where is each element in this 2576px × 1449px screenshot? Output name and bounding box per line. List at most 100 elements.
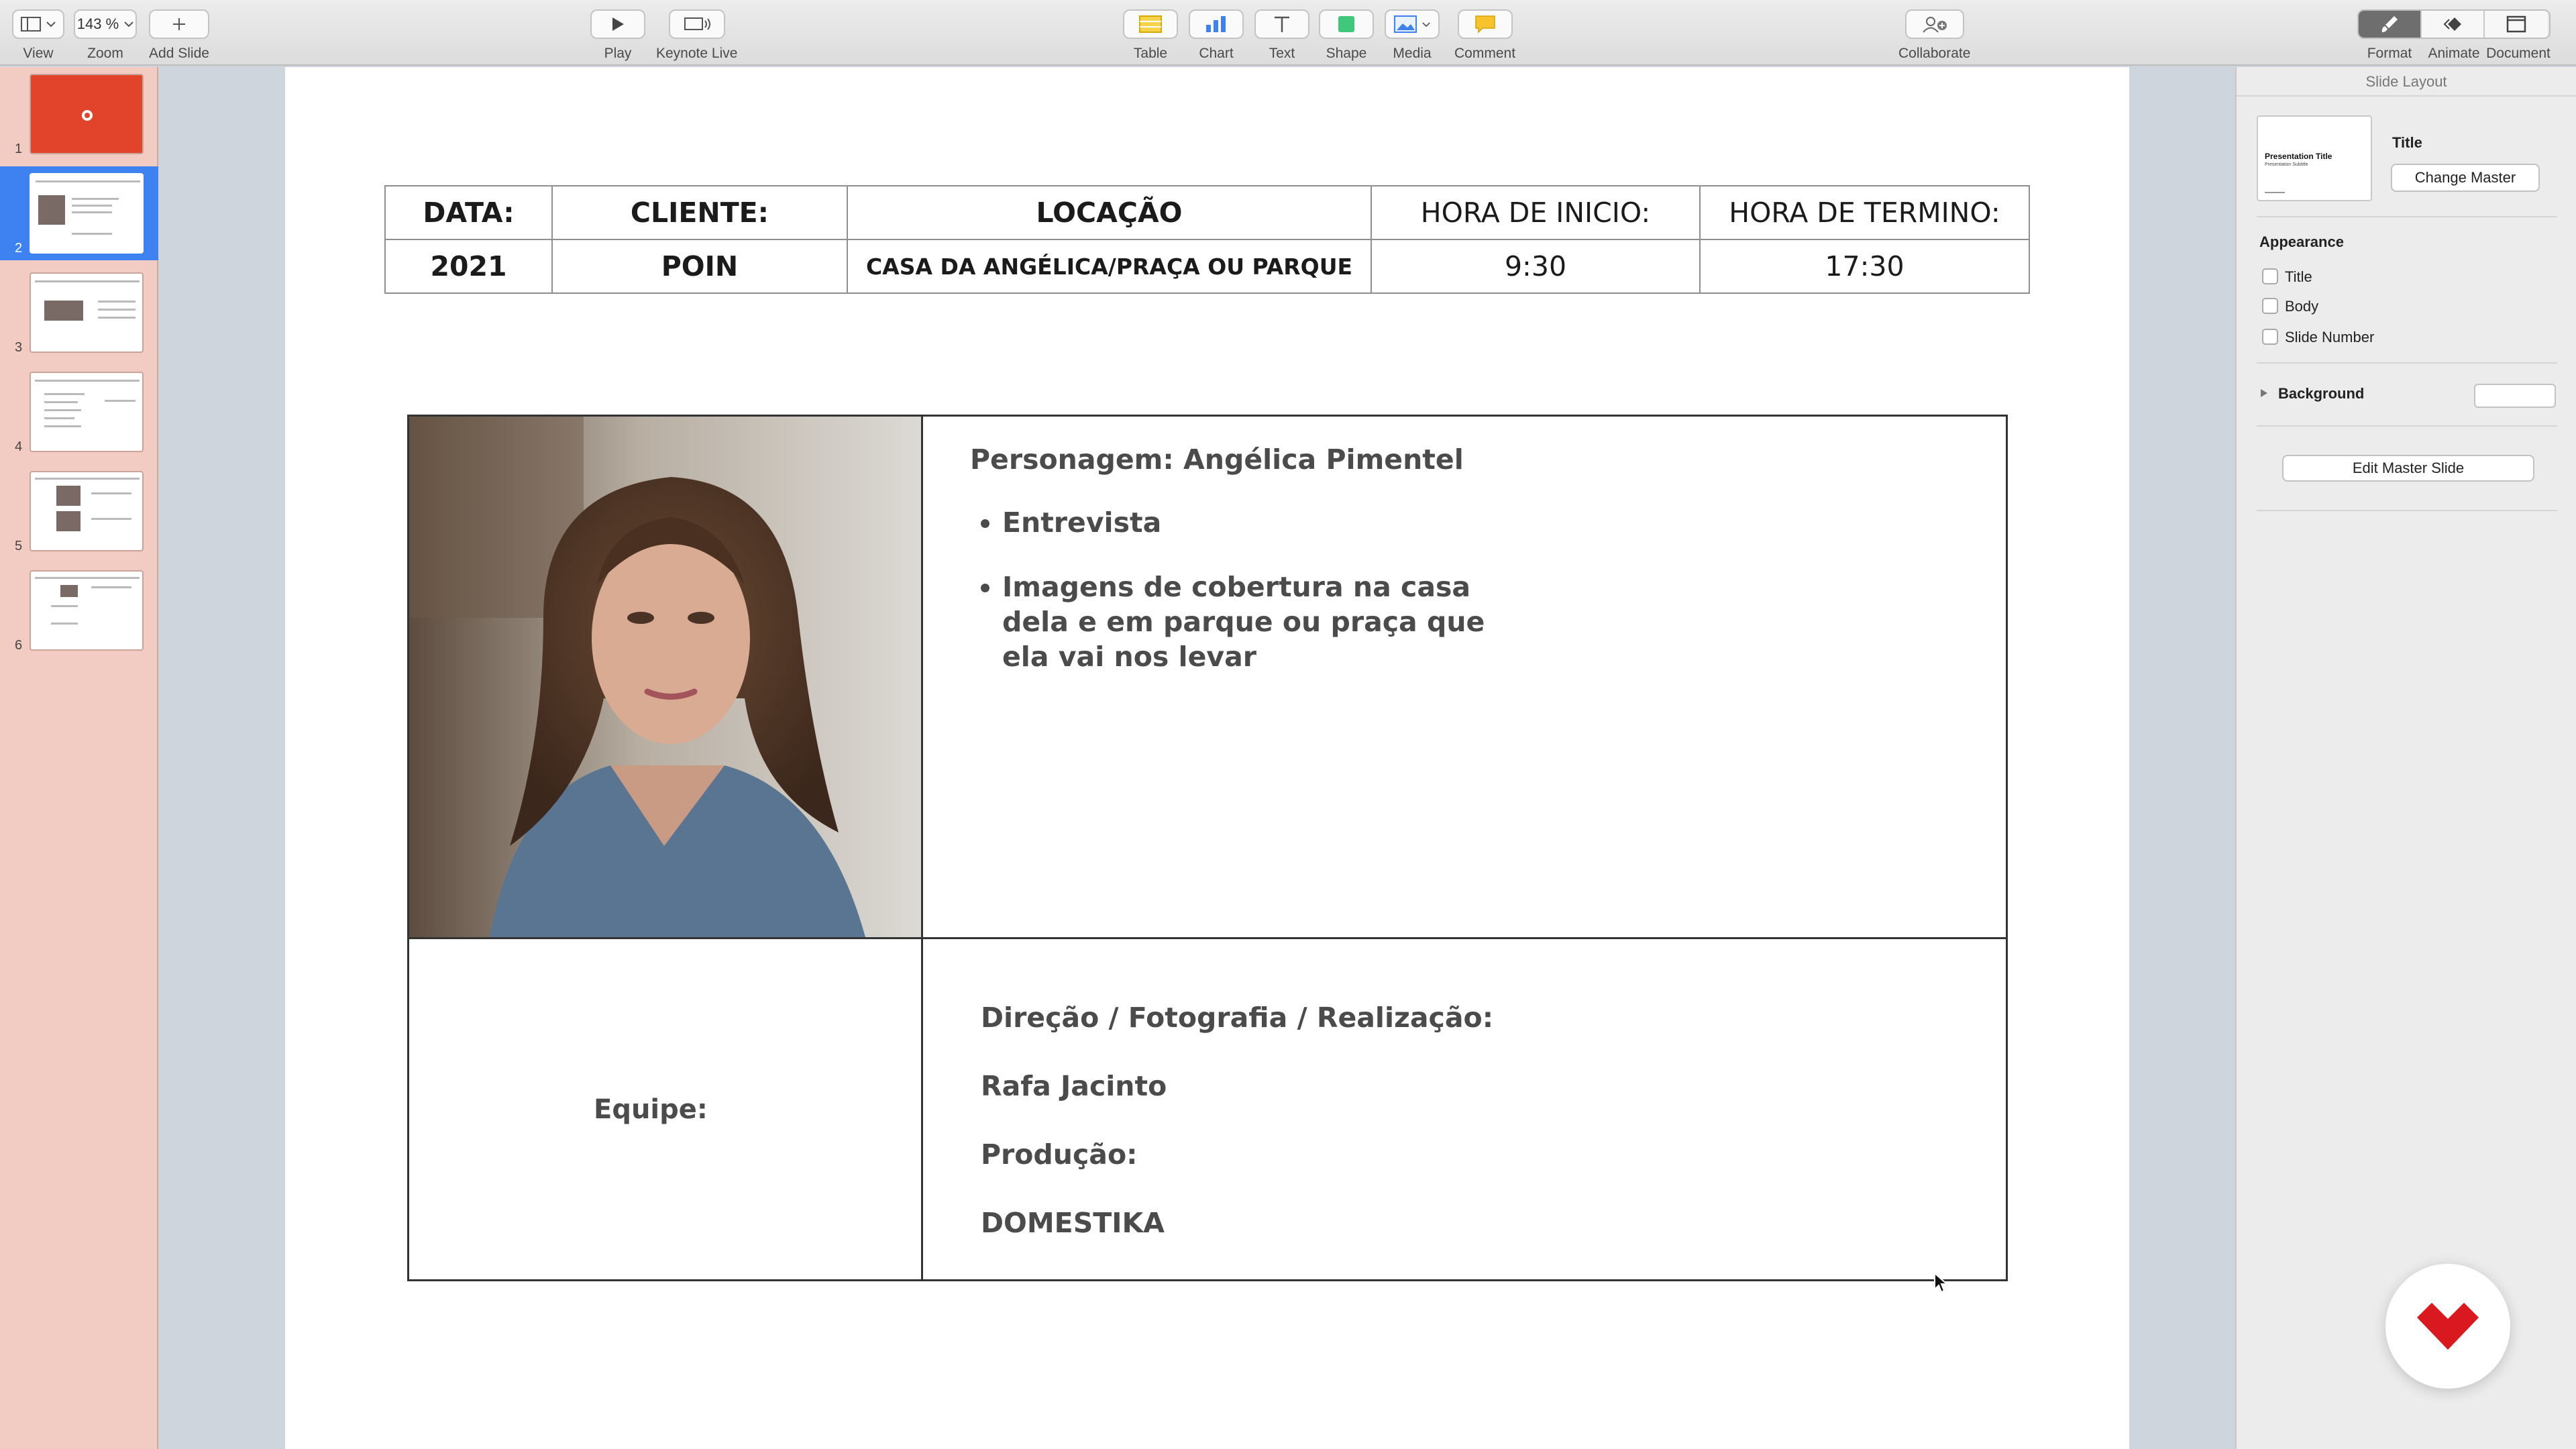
portrait-photo[interactable] [407, 415, 923, 939]
value-locacao[interactable]: CASA DA ANGÉLICA/PRAÇA OU PARQUE [847, 239, 1372, 294]
slide-preview [30, 74, 144, 154]
document-label: Document [2486, 46, 2551, 61]
slide-2[interactable]: DATA: CLIENTE: LOCAÇÃO HORA DE INICIO: H… [285, 67, 2129, 1449]
team-details[interactable]: Direção / Fotografia / Realização: Rafa … [921, 937, 2008, 1281]
content-table[interactable]: Personagem: Angélica Pimentel Entrevista… [407, 415, 2008, 1281]
add-slide-button[interactable] [149, 9, 209, 39]
background-disclosure[interactable] [2259, 388, 2269, 402]
header-cliente[interactable]: CLIENTE: [551, 185, 848, 240]
title-checkbox[interactable] [2262, 268, 2278, 284]
header-data[interactable]: DATA: [384, 185, 553, 240]
character-row: Personagem: Angélica Pimentel Entrevista… [407, 415, 2008, 939]
keynote-live-control[interactable]: Keynote Live [656, 9, 737, 62]
inspector-segmented-control [2357, 9, 2551, 39]
slide-thumbnail-6[interactable]: 6 [0, 564, 158, 657]
edit-master-slide-button[interactable]: Edit Master Slide [2282, 455, 2534, 482]
media-icon [1394, 15, 1417, 33]
table-icon [1139, 15, 1162, 33]
value-cliente[interactable]: POIN [551, 239, 848, 294]
collaborate-button[interactable] [1904, 9, 1964, 39]
info-value-row: 2021 POIN CASA DA ANGÉLICA/PRAÇA OU PARQ… [384, 239, 2030, 294]
header-hora-termino[interactable]: HORA DE TERMINO: [1699, 185, 2030, 240]
chevron-down-icon [46, 21, 56, 28]
zoom-control[interactable]: 143 % Zoom [74, 9, 137, 62]
team-label-cell[interactable]: Equipe: [407, 937, 923, 1281]
document-tab[interactable] [2485, 11, 2548, 38]
format-tab[interactable] [2359, 11, 2422, 38]
slide-thumbnail-3[interactable]: 3 [0, 266, 158, 360]
chevron-down-icon [124, 21, 133, 28]
team-line: Rafa Jacinto [981, 1070, 1167, 1102]
shape-control[interactable]: Shape [1319, 9, 1374, 62]
master-thumbnail[interactable]: Presentation Title Presentation Subtitle [2257, 115, 2372, 201]
header-locacao[interactable]: LOCAÇÃO [847, 185, 1372, 240]
bar-chart-icon [1206, 16, 1226, 32]
animate-label: Animate [2428, 46, 2480, 61]
comment-control[interactable]: Comment [1454, 9, 1515, 62]
add-slide-control[interactable]: Add Slide [149, 9, 209, 62]
slide-number: 5 [15, 539, 23, 553]
media-button[interactable] [1385, 9, 1440, 39]
slide-thumbnail-4[interactable]: 4 [0, 365, 158, 459]
bullet-list: Entrevista Imagens de cobertura na casa … [970, 505, 1507, 674]
change-master-button[interactable]: Change Master [2391, 164, 2540, 192]
format-label: Format [2367, 46, 2412, 61]
background-heading: Background [2278, 385, 2365, 402]
value-hora-termino[interactable]: 17:30 [1699, 239, 2030, 294]
inspector-panel: Slide Layout Presentation Title Presenta… [2235, 67, 2576, 1449]
background-color-well[interactable] [2474, 384, 2556, 408]
separator [2257, 362, 2557, 364]
table-control[interactable]: Table [1123, 9, 1178, 62]
slide-preview [30, 173, 144, 254]
play-icon [612, 17, 624, 31]
zoom-select[interactable]: 143 % [74, 9, 137, 39]
domestika-logo [2385, 1264, 2510, 1389]
animate-tab[interactable] [2422, 11, 2485, 38]
mouse-cursor [1933, 1271, 1949, 1297]
text-icon [1275, 16, 1289, 32]
slide-number-checkbox[interactable] [2262, 329, 2278, 345]
media-label: Media [1393, 46, 1432, 61]
table-button[interactable] [1123, 9, 1178, 39]
collaborate-control[interactable]: Collaborate [1898, 9, 1970, 62]
value-data[interactable]: 2021 [384, 239, 553, 294]
body-checkbox[interactable] [2262, 298, 2278, 314]
comment-button[interactable] [1457, 9, 1513, 39]
slide-number: 4 [15, 439, 23, 454]
keynote-live-button[interactable] [668, 9, 725, 39]
slide-thumbnail-5[interactable]: 5 [0, 464, 158, 558]
chart-button[interactable] [1189, 9, 1244, 39]
character-details[interactable]: Personagem: Angélica Pimentel Entrevista… [921, 415, 2008, 939]
slide-thumbnail-1[interactable]: 1 [0, 67, 158, 161]
appearance-heading: Appearance [2259, 233, 2344, 250]
value-hora-inicio[interactable]: 9:30 [1371, 239, 1701, 294]
info-table[interactable]: DATA: CLIENTE: LOCAÇÃO HORA DE INICIO: H… [384, 185, 2030, 294]
play-button[interactable] [590, 9, 645, 39]
shape-icon [1338, 16, 1354, 32]
text-button[interactable] [1254, 9, 1309, 39]
collaborate-label: Collaborate [1898, 46, 1971, 61]
master-thumbnail-title: Presentation Title [2265, 152, 2332, 161]
view-control[interactable]: View [12, 9, 64, 62]
zoom-label: Zoom [87, 46, 123, 61]
view-button[interactable] [12, 9, 64, 39]
text-control[interactable]: Text [1254, 9, 1309, 62]
chart-label: Chart [1199, 46, 1234, 61]
disclosure-triangle-icon [2261, 389, 2267, 397]
media-control[interactable]: Media [1385, 9, 1440, 62]
slide-thumbnail-2[interactable]: 2 [0, 166, 158, 260]
portrait-image [410, 417, 920, 936]
separator [2257, 510, 2557, 511]
header-hora-inicio[interactable]: HORA DE INICIO: [1371, 185, 1701, 240]
slide-number: 6 [15, 638, 23, 653]
view-label: View [23, 46, 54, 61]
chart-control[interactable]: Chart [1189, 9, 1244, 62]
slide-number-checkbox-label: Slide Number [2285, 329, 2375, 345]
character-name: Personagem: Angélica Pimentel [970, 443, 1464, 476]
master-thumbnail-subtitle: Presentation Subtitle [2265, 162, 2308, 167]
shape-button[interactable] [1319, 9, 1374, 39]
team-line: Produção: [981, 1138, 1138, 1171]
play-control[interactable]: Play [590, 9, 645, 62]
shape-label: Shape [1326, 46, 1367, 61]
team-label: Equipe: [594, 1093, 708, 1125]
